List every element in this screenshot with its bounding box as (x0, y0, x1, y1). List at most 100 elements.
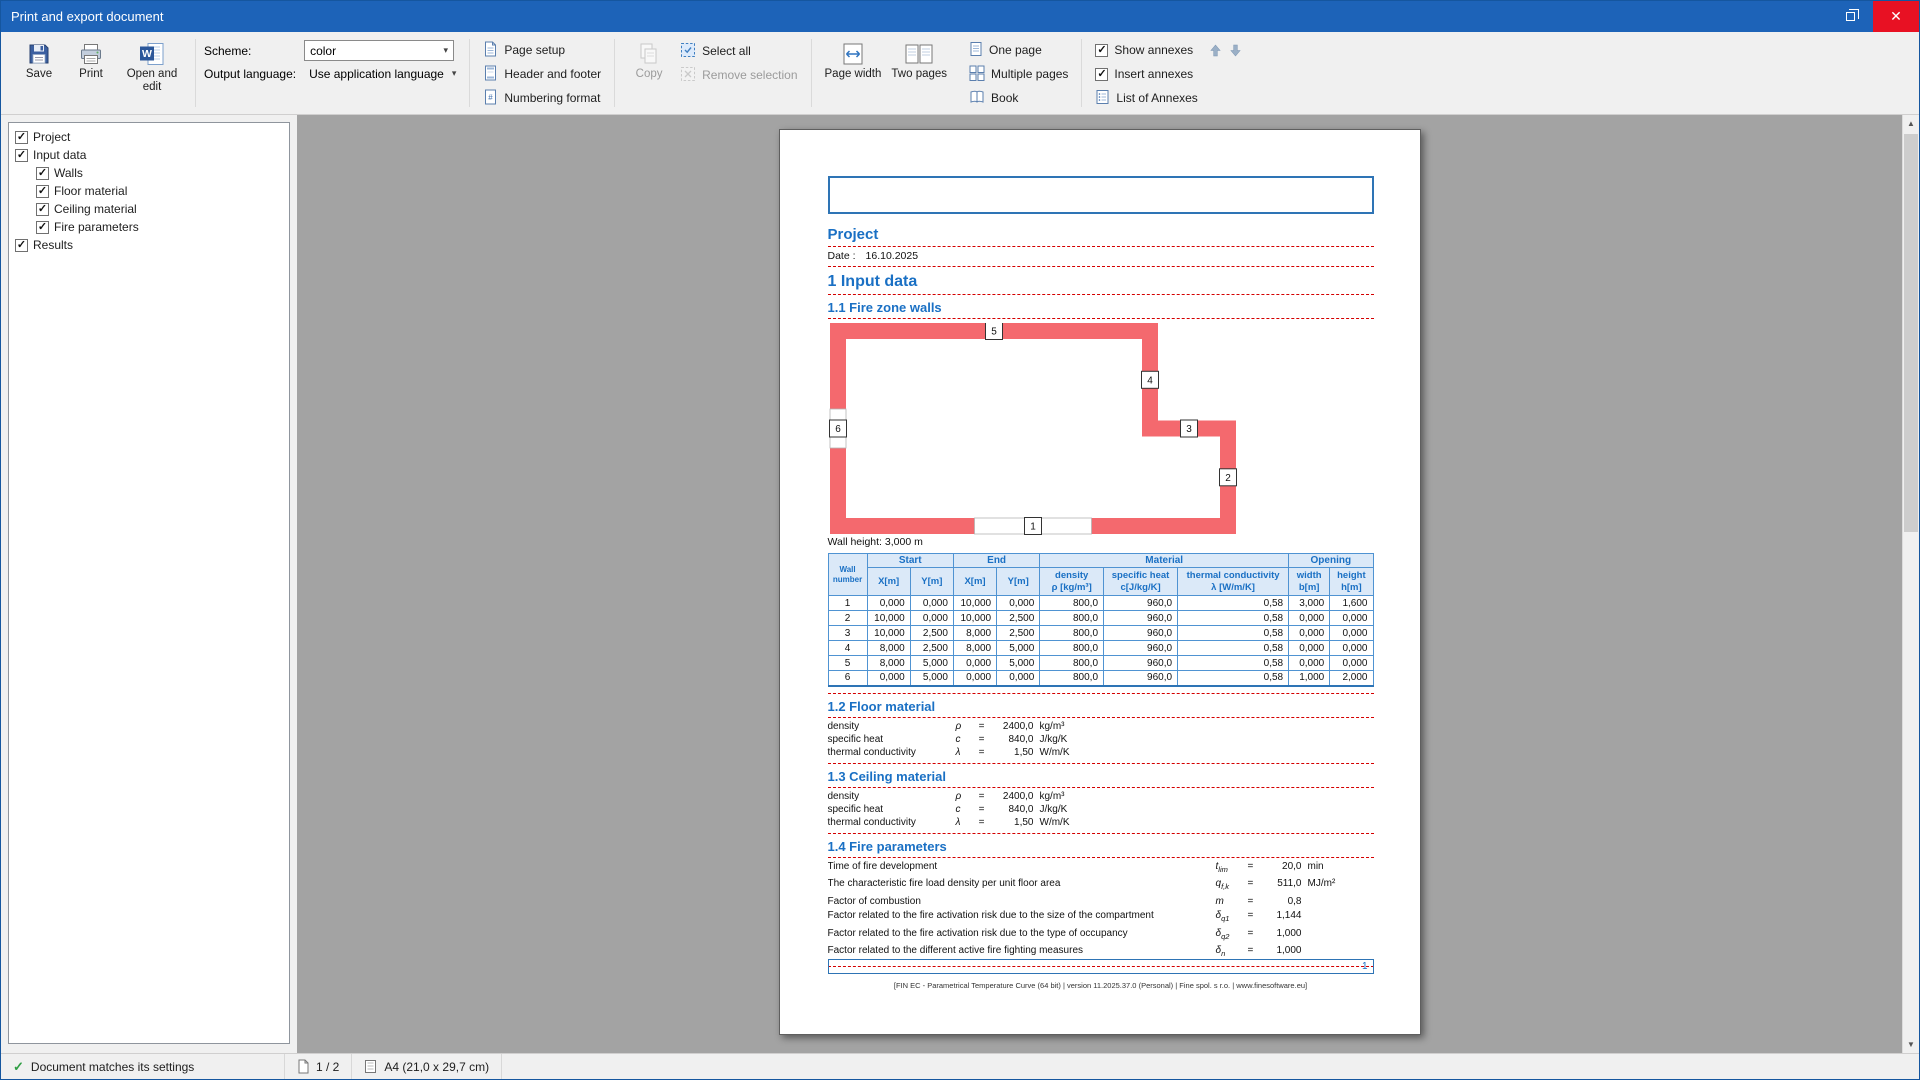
vertical-scrollbar[interactable]: ▲ ▼ (1902, 115, 1919, 1053)
tree-item-fire-parameters[interactable]: ✓ Fire parameters (9, 218, 289, 236)
walls-table-cell: 960,0 (1103, 670, 1179, 687)
multiple-pages-button[interactable]: Multiple pages (964, 62, 1073, 86)
scrollbar-thumb[interactable] (1904, 134, 1918, 532)
walls-table-cell: 800,0 (1039, 655, 1105, 671)
two-pages-button[interactable]: Two pages (886, 36, 952, 110)
scheme-select[interactable]: color ▾ (304, 40, 455, 61)
checkbox-checked-icon[interactable]: ✓ (15, 148, 28, 162)
fire-zone-walls-diagram: 1 2 3 4 5 6 (828, 323, 1237, 535)
numbering-format-button[interactable]: # Numbering format (478, 86, 606, 110)
status-bar: ✓ Document matches its settings 1 / 2 A4… (1, 1053, 1919, 1079)
tree-item-walls[interactable]: ✓ Walls (9, 164, 289, 182)
tree-item-project[interactable]: ✓ Project (9, 128, 289, 146)
tree-item-floor-material[interactable]: ✓ Floor material (9, 182, 289, 200)
walls-table-sub-header: specific heat c[J/kg/K] (1103, 567, 1179, 596)
book-button[interactable]: Book (964, 86, 1073, 110)
floor-material-heading: 1.2 Floor material (827, 699, 1374, 718)
one-page-button[interactable]: One page (964, 38, 1073, 62)
walls-table-cell: 0,000 (1329, 625, 1374, 641)
remove-selection-icon (680, 66, 696, 85)
restore-button[interactable] (1827, 1, 1873, 32)
toolbar-separator (1081, 39, 1083, 107)
page-width-button[interactable]: Page width (820, 36, 887, 110)
walls-table-cell: 10,000 (866, 610, 911, 626)
toolbar-separator (195, 39, 196, 107)
toolbar-separator (469, 39, 471, 107)
remove-selection-button[interactable]: Remove selection (675, 63, 802, 87)
walls-table-cell: 3 (827, 625, 868, 641)
page-setup-group: Page setup Header and footer # Numbering… (472, 35, 612, 111)
walls-table-corner-header: Wall number (827, 553, 868, 596)
walls-table-cell: 960,0 (1103, 595, 1179, 611)
list-of-annexes-button[interactable]: List of Annexes (1090, 86, 1248, 110)
checkbox-checked-icon[interactable]: ✓ (15, 238, 28, 252)
checkbox-checked-icon[interactable]: ✓ (36, 166, 49, 180)
walls-table-cell: 10,000 (952, 610, 998, 626)
svg-text:1: 1 (1030, 522, 1036, 533)
walls-table-cell: 8,000 (866, 640, 911, 656)
checkbox-checked-icon[interactable]: ✓ (15, 130, 28, 144)
select-all-icon (680, 42, 696, 61)
fire-parameter-row: Factor related to the fire activation ri… (827, 910, 1302, 923)
tree-item-label: Ceiling material (54, 202, 137, 216)
walls-table-cell: 800,0 (1039, 595, 1105, 611)
document-header-box (827, 176, 1374, 214)
move-annex-up-button[interactable] (1207, 41, 1223, 59)
walls-table-cell: 8,000 (866, 655, 911, 671)
tree-item-label: Fire parameters (54, 220, 139, 234)
fire-parameters-list: Time of fire development tlim = 20,0 min The … (827, 858, 1374, 967)
document-page[interactable]: Project Date : 16.10.2025 1 Input data 1.… (778, 129, 1421, 1035)
walls-table-cell: 0,000 (996, 670, 1041, 687)
walls-table-cell: 0,000 (952, 670, 998, 687)
walls-table-cell: 0,000 (1329, 610, 1374, 626)
tree-item-input-data[interactable]: ✓ Input data (9, 146, 289, 164)
checkbox-checked-icon[interactable]: ✓ (36, 184, 49, 198)
close-button[interactable]: ✕ (1873, 1, 1919, 32)
select-all-button[interactable]: Select all (675, 39, 802, 63)
page-setup-button[interactable]: Page setup (478, 38, 606, 62)
insert-annexes-checkbox[interactable]: ✓ Insert annexes (1090, 62, 1248, 86)
checkbox-checked-icon[interactable]: ✓ (36, 202, 49, 216)
footer-text: [FIN EC - Parametrical Temperature Curve… (893, 981, 1308, 990)
open-and-edit-button[interactable]: W Open and edit (117, 36, 187, 110)
scrollbar-down-button[interactable]: ▼ (1903, 1036, 1919, 1053)
title-bar: Print and export document ✕ (1, 1, 1919, 32)
wall-label-5: 5 (984, 323, 1003, 340)
output-language-select[interactable]: Use application language ▾ (304, 63, 461, 84)
show-annexes-checkbox[interactable]: ✓ Show annexes (1090, 38, 1248, 62)
document-preview[interactable]: Project Date : 16.10.2025 1 Input data 1.… (297, 115, 1902, 1053)
move-annex-down-button[interactable] (1227, 41, 1243, 59)
svg-text:6: 6 (835, 424, 841, 435)
header-and-footer-button[interactable]: Header and footer (478, 62, 606, 86)
walls-table-cell: 2 (827, 610, 868, 626)
tree-item-label: Floor material (54, 184, 128, 198)
page-number: 1 (1361, 961, 1368, 972)
print-button[interactable]: Print (65, 36, 117, 110)
save-button[interactable]: Save (13, 36, 65, 110)
fire-parameters-heading: 1.4 Fire parameters (827, 839, 1374, 858)
walls-table-cell: 0,000 (1288, 640, 1331, 656)
walls-table-cell: 2,500 (909, 640, 954, 656)
walls-table-cell: 8,000 (952, 640, 998, 656)
checkbox-checked-icon[interactable]: ✓ (36, 220, 49, 234)
date-row: Date : 16.10.2025 (827, 247, 1374, 267)
project-heading: Project (827, 226, 1374, 247)
material-property-row: thermal conductivity λ = 1,50 W/m/K (827, 746, 1070, 758)
scrollbar-up-button[interactable]: ▲ (1903, 115, 1919, 132)
document-tree: ✓ Project ✓ Input data ✓ Walls ✓ Floor material… (8, 122, 290, 1044)
print-export-window: Print and export document ✕ Save Print W… (0, 0, 1920, 1080)
header-footer-icon (483, 65, 498, 84)
status-ok-icon: ✓ (13, 1058, 24, 1074)
restore-icon (1845, 9, 1859, 21)
tree-item-results[interactable]: ✓ Results (9, 236, 289, 254)
scrollbar-track[interactable] (1903, 132, 1919, 1036)
multiple-pages-icon (969, 65, 985, 84)
walls-table-sub-header: density ρ [kg/m³] (1039, 567, 1105, 596)
tree-item-ceiling-material[interactable]: ✓ Ceiling material (9, 200, 289, 218)
copy-button[interactable]: Copy (623, 36, 675, 110)
walls-table-row: 6 0,000 5,000 0,000 0,000 800,0 960,0 0,58 1,000… (827, 670, 1374, 687)
date-label: Date : (827, 250, 856, 262)
two-pages-icon (904, 39, 934, 68)
walls-table-group-header: Opening (1288, 553, 1374, 568)
walls-table-cell: 0,000 (866, 595, 911, 611)
